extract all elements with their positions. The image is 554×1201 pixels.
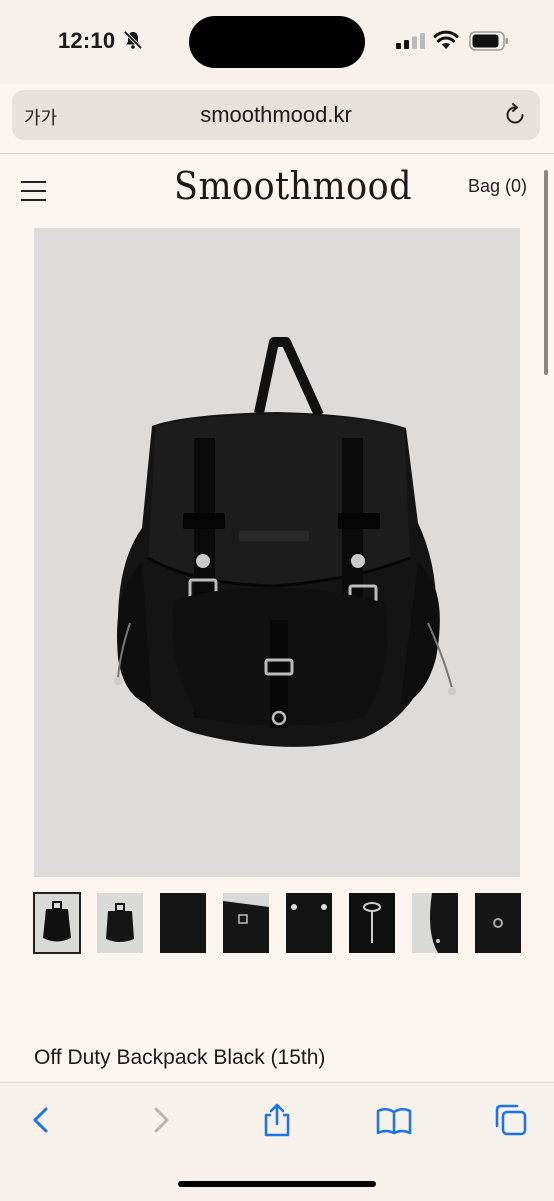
home-indicator[interactable]: [178, 1181, 376, 1187]
page-scrollbar[interactable]: [544, 170, 548, 375]
forward-icon[interactable]: [143, 1103, 179, 1137]
site-logo[interactable]: Smoothmood: [174, 164, 412, 214]
toolbar-divider: [0, 153, 554, 154]
share-icon[interactable]: [259, 1103, 295, 1137]
thumbnail-8[interactable]: [475, 893, 521, 953]
product-main-image[interactable]: [34, 228, 520, 877]
bookmarks-icon[interactable]: [376, 1103, 412, 1137]
thumbnail-6[interactable]: [349, 893, 395, 953]
back-icon[interactable]: [24, 1103, 60, 1137]
bell-slash-icon: [123, 30, 143, 50]
thumbnail-3[interactable]: [160, 893, 206, 953]
battery-icon: [469, 31, 508, 51]
thumbnail-2[interactable]: [97, 893, 143, 953]
thumbnail-1[interactable]: [33, 892, 81, 954]
thumbnail-strip: [33, 892, 521, 955]
wifi-icon: [433, 30, 459, 49]
status-time: 12:10: [58, 28, 116, 53]
product-title: Off Duty Backpack Black (15th): [34, 1046, 326, 1069]
address-bar[interactable]: 가가 smoothmood.kr: [12, 90, 540, 140]
url-text[interactable]: smoothmood.kr: [12, 102, 540, 128]
thumbnail-7[interactable]: [412, 893, 458, 953]
reload-icon[interactable]: [502, 102, 528, 128]
tabs-icon[interactable]: [493, 1103, 529, 1137]
hamburger-icon[interactable]: [21, 181, 46, 201]
bag-link[interactable]: Bag (0): [468, 176, 527, 197]
signal-icon: [396, 33, 425, 49]
status-bar: 12:10: [0, 0, 554, 84]
thumbnail-4[interactable]: [223, 893, 269, 953]
dynamic-island: [189, 16, 365, 68]
thumbnail-5[interactable]: [286, 893, 332, 953]
backpack-photo: [114, 337, 456, 747]
